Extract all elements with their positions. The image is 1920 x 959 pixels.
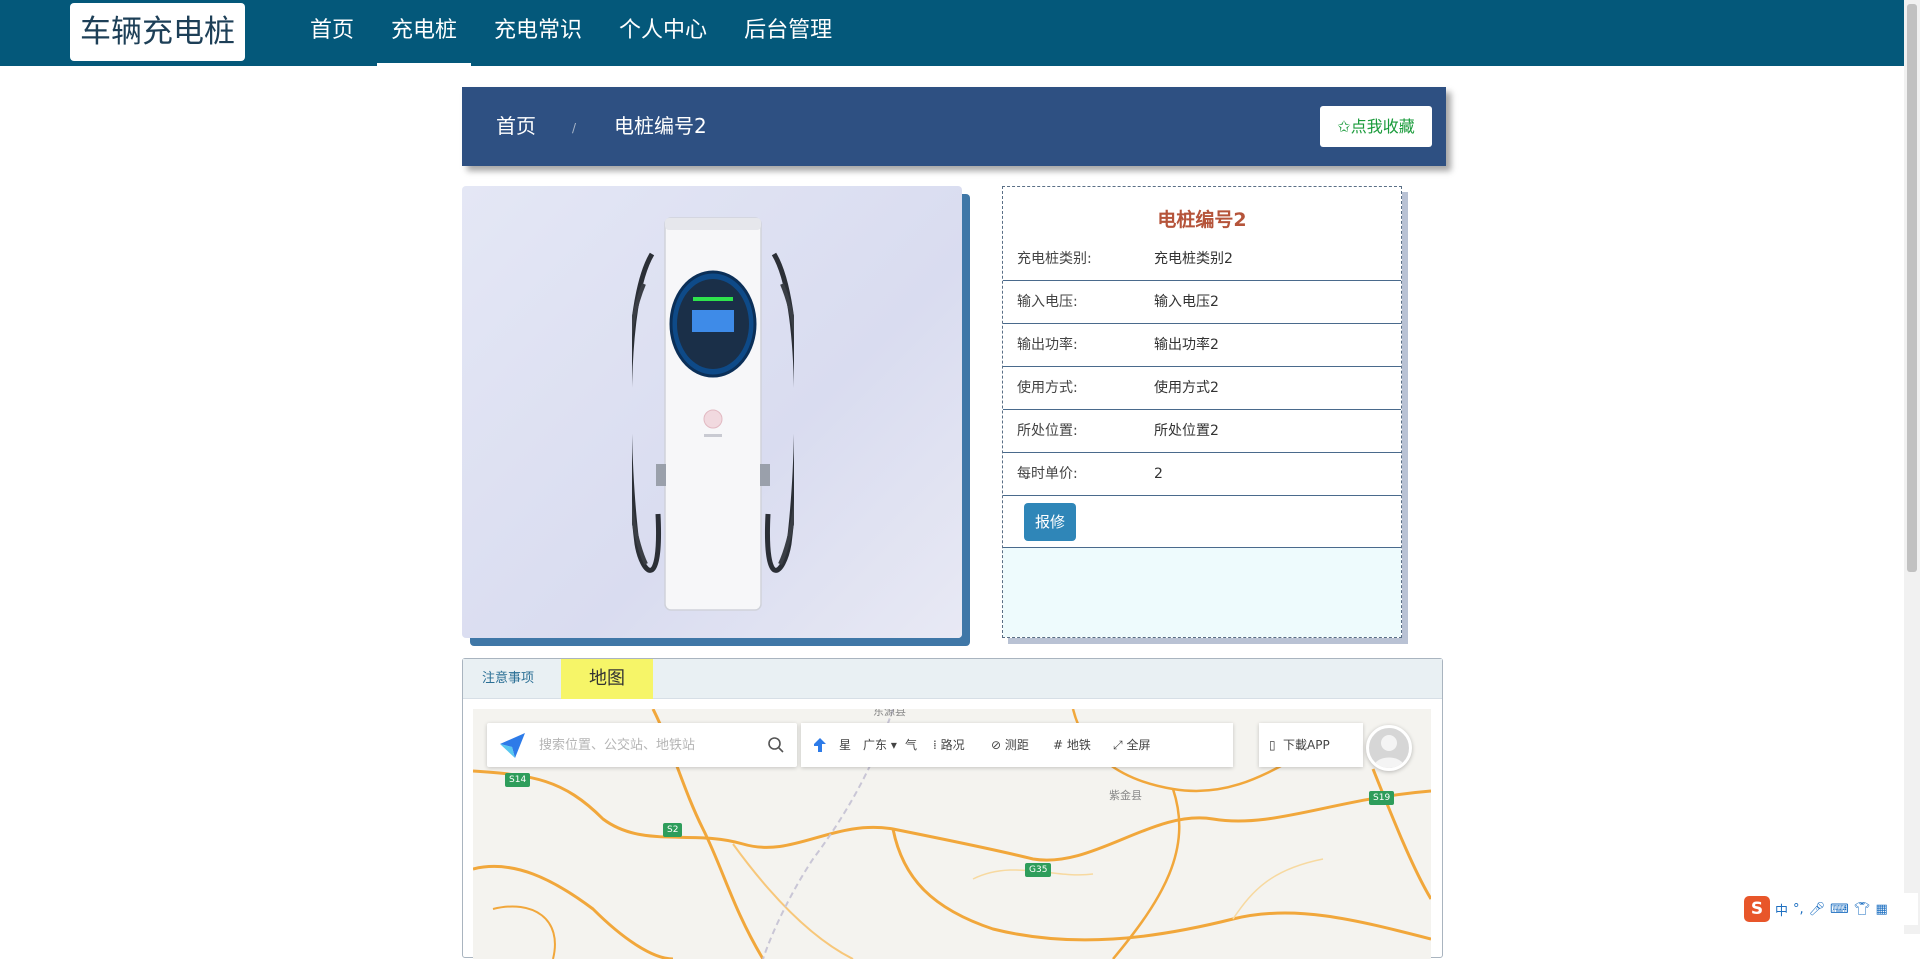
tab-panel: 注意事项 地图 东源县 紫金县 S14 S2 G35 S19 搜索位置、公交站、… [462,658,1443,959]
breadcrumb-home[interactable]: 首页 [496,87,536,166]
detail-row: 每时单价: 2 [1003,453,1401,496]
avatar[interactable] [1366,725,1412,771]
ime-logo-icon[interactable]: S [1744,896,1770,922]
map-place-label: 东源县 [873,709,906,718]
breadcrumb-current: 电桩编号2 [614,114,707,138]
road-shield: S2 [663,823,683,837]
charger-title: 电桩编号2 [1157,209,1247,231]
map-search-box [487,723,797,767]
detail-value: 充电桩类别2 [1154,251,1233,267]
top-navbar: 车辆充电桩 首页 充电桩 充电常识 个人中心 后台管理 [0,0,1904,66]
ime-language[interactable]: 中 [1775,900,1788,919]
nav-item-profile[interactable]: 个人中心 [605,0,721,66]
tab-bar: 注意事项 地图 [463,659,1442,699]
user-icon [1373,735,1405,768]
subway-icon: # [1053,738,1064,752]
scrollbar-thumb[interactable] [1907,4,1917,572]
repair-button[interactable]: 报修 [1024,503,1076,541]
map-search-input[interactable] [539,735,759,755]
detail-label: 所处位置: [1017,423,1078,439]
detail-value: 输出功率2 [1154,337,1219,353]
road-shield: S14 [505,773,531,787]
repair-row: 报修 [1003,496,1401,548]
detail-row: 输出功率: 输出功率2 [1003,324,1401,367]
detail-value: 所处位置2 [1154,423,1219,439]
punctuation-icon[interactable]: °, [1793,902,1804,917]
charging-station-illustration [632,217,794,611]
detail-value: 输入电压2 [1154,294,1219,310]
traffic-button[interactable]: ⁞ 路况 [933,723,965,767]
weather-fragment: 星 [839,738,852,752]
download-app-button[interactable]: ▯ 下載APP [1259,723,1363,767]
phone-icon: ▯ [1269,738,1276,752]
favorite-button[interactable]: ✩点我收藏 [1320,106,1432,147]
road-shield: G35 [1025,863,1052,877]
site-logo[interactable]: 车辆充电桩 [70,3,245,61]
subway-label: 地铁 [1066,738,1091,752]
region-label: 广东 [863,738,888,752]
road-shield: S19 [1369,791,1395,805]
fullscreen-label: 全屏 [1126,738,1151,752]
subway-button[interactable]: # 地铁 [1053,723,1091,767]
detail-row: 充电桩类别: 充电桩类别2 [1003,238,1401,281]
map-toolbar: 星 广东 ▾ 气 ⁞ 路况 ⊘ 测距 # 地铁 ⤢ 全屏 [801,723,1233,767]
microphone-icon[interactable]: 🎤︎ [1809,902,1826,917]
nav-item-knowledge[interactable]: 充电常识 [480,0,596,66]
ruler-icon: ⊘ [991,738,1002,752]
nav-item-home[interactable]: 首页 [296,0,368,66]
directions-icon[interactable] [811,736,829,754]
measure-label: 测距 [1004,738,1029,752]
caret-down-icon: ▾ [890,738,897,752]
page-scrollbar[interactable] [1904,0,1920,934]
measure-button[interactable]: ⊘ 测距 [991,723,1029,767]
detail-label: 输入电压: [1017,294,1078,310]
breadcrumb: 首页 / 电桩编号2 ✩点我收藏 [462,87,1446,166]
charger-image [462,186,962,638]
region-selector[interactable]: 广东 ▾ [863,723,897,767]
weather-fragment: 气 [905,738,918,752]
card-footer [1003,548,1401,637]
breadcrumb-separator: / [572,121,577,135]
detail-row: 所处位置: 所处位置2 [1003,410,1401,453]
detail-label: 每时单价: [1017,466,1078,482]
detail-label: 使用方式: [1017,380,1078,396]
traffic-icon: ⁞ [933,738,937,752]
nav-item-admin[interactable]: 后台管理 [730,0,846,66]
keyboard-icon[interactable]: ⌨ [1830,902,1849,917]
location-arrow-icon[interactable] [497,730,527,760]
map-place-label: 紫金县 [1109,789,1142,802]
detail-value: 2 [1154,466,1163,482]
nav-item-chargers[interactable]: 充电桩 [377,0,472,66]
detail-row: 输入电压: 输入电压2 [1003,281,1401,324]
map-view[interactable]: 东源县 紫金县 S14 S2 G35 S19 星 广东 ▾ 气 ⁞ 路况 ⊘ [473,709,1431,959]
skin-icon[interactable]: 👕︎ [1854,902,1871,917]
detail-label: 充电桩类别: [1017,251,1092,267]
tab-map[interactable]: 地图 [561,659,653,699]
detail-label: 输出功率: [1017,337,1078,353]
ime-toolbar[interactable]: S 中 °, 🎤︎ ⌨ 👕︎ ▦ [1740,893,1918,925]
charger-detail-card: 电桩编号2 充电桩类别: 充电桩类别2 输入电压: 输入电压2 输出功率: 输出… [1002,186,1402,638]
detail-row: 使用方式: 使用方式2 [1003,367,1401,410]
search-icon[interactable] [767,736,785,754]
detail-value: 使用方式2 [1154,380,1219,396]
fullscreen-icon: ⤢ [1113,738,1123,752]
traffic-label: 路况 [940,738,965,752]
fullscreen-button[interactable]: ⤢ 全屏 [1113,723,1150,767]
tab-notes[interactable]: 注意事项 [482,659,534,699]
grid-icon[interactable]: ▦ [1875,902,1887,917]
download-app-label: 下載APP [1283,738,1330,752]
main-nav: 首页 充电桩 充电常识 个人中心 后台管理 [296,0,855,66]
